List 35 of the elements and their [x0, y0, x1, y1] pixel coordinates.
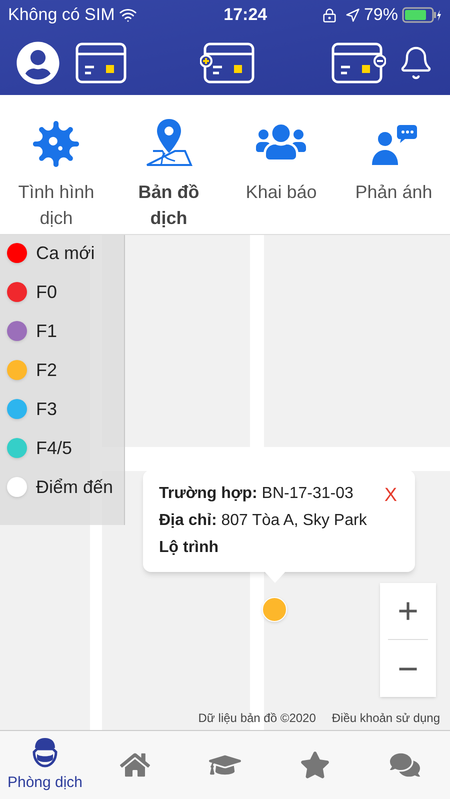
legend-label: F3 — [36, 398, 58, 420]
terms-link[interactable]: Điều khoản sử dụng — [332, 709, 440, 727]
legend-label: F1 — [36, 320, 58, 342]
legend-label: Ca mới — [36, 242, 95, 264]
zoom-out-button[interactable]: − — [380, 640, 436, 697]
route-link[interactable]: Lộ trình — [159, 536, 219, 560]
popup-tail — [264, 571, 286, 583]
star-icon — [300, 750, 330, 780]
rotation-lock-icon — [322, 8, 337, 22]
legend-label: F0 — [36, 280, 58, 304]
map-marker[interactable] — [262, 597, 287, 622]
carrier-text: Không có SIM — [8, 4, 115, 26]
map-area[interactable]: Ca mới F0 F1 F2 F3 F4/5 Điểm đến Trường hợp: BN-17-31-03 Địa chỉ: 807 Tòa A, Sky Park Lộ trình X + − Dữ liệu bản đồ ©2020 Điều khoản sử dụng — [0, 235, 450, 730]
battery-percent: 79% — [364, 4, 398, 26]
legend-label: F4/5 — [36, 436, 72, 460]
map-data-credit: Dữ liệu bản đồ ©2020 — [198, 710, 316, 727]
time-text: 17:24 — [222, 4, 268, 26]
virus-icon — [33, 121, 80, 167]
zoom-in-button[interactable]: + — [380, 583, 436, 639]
profile-icon[interactable] — [16, 40, 60, 84]
menu-tab[interactable]: Khai báo — [225, 115, 338, 234]
legend-label: F2 — [36, 358, 58, 382]
legend-label: Điểm đến — [36, 476, 114, 498]
menu-tab[interactable]: Phản ánh — [338, 115, 450, 234]
nav-tab[interactable]: Phòng dịch — [0, 731, 90, 799]
battery-icon — [402, 7, 442, 23]
map-pin-icon — [144, 117, 193, 167]
menu-tab[interactable]: Tình hình dịch — [0, 115, 112, 234]
wifi-icon — [118, 6, 137, 24]
info-text: Trường hợp: BN-17-31-03 — [159, 484, 354, 504]
close-button[interactable]: X — [384, 482, 397, 510]
location-arrow-icon — [344, 8, 360, 22]
person-speech-icon — [370, 123, 418, 167]
menu-tab[interactable]: Bản đồ dịch — [112, 115, 225, 234]
info-text: Địa chỉ: 807 Tòa A, Sky Park — [159, 511, 367, 531]
